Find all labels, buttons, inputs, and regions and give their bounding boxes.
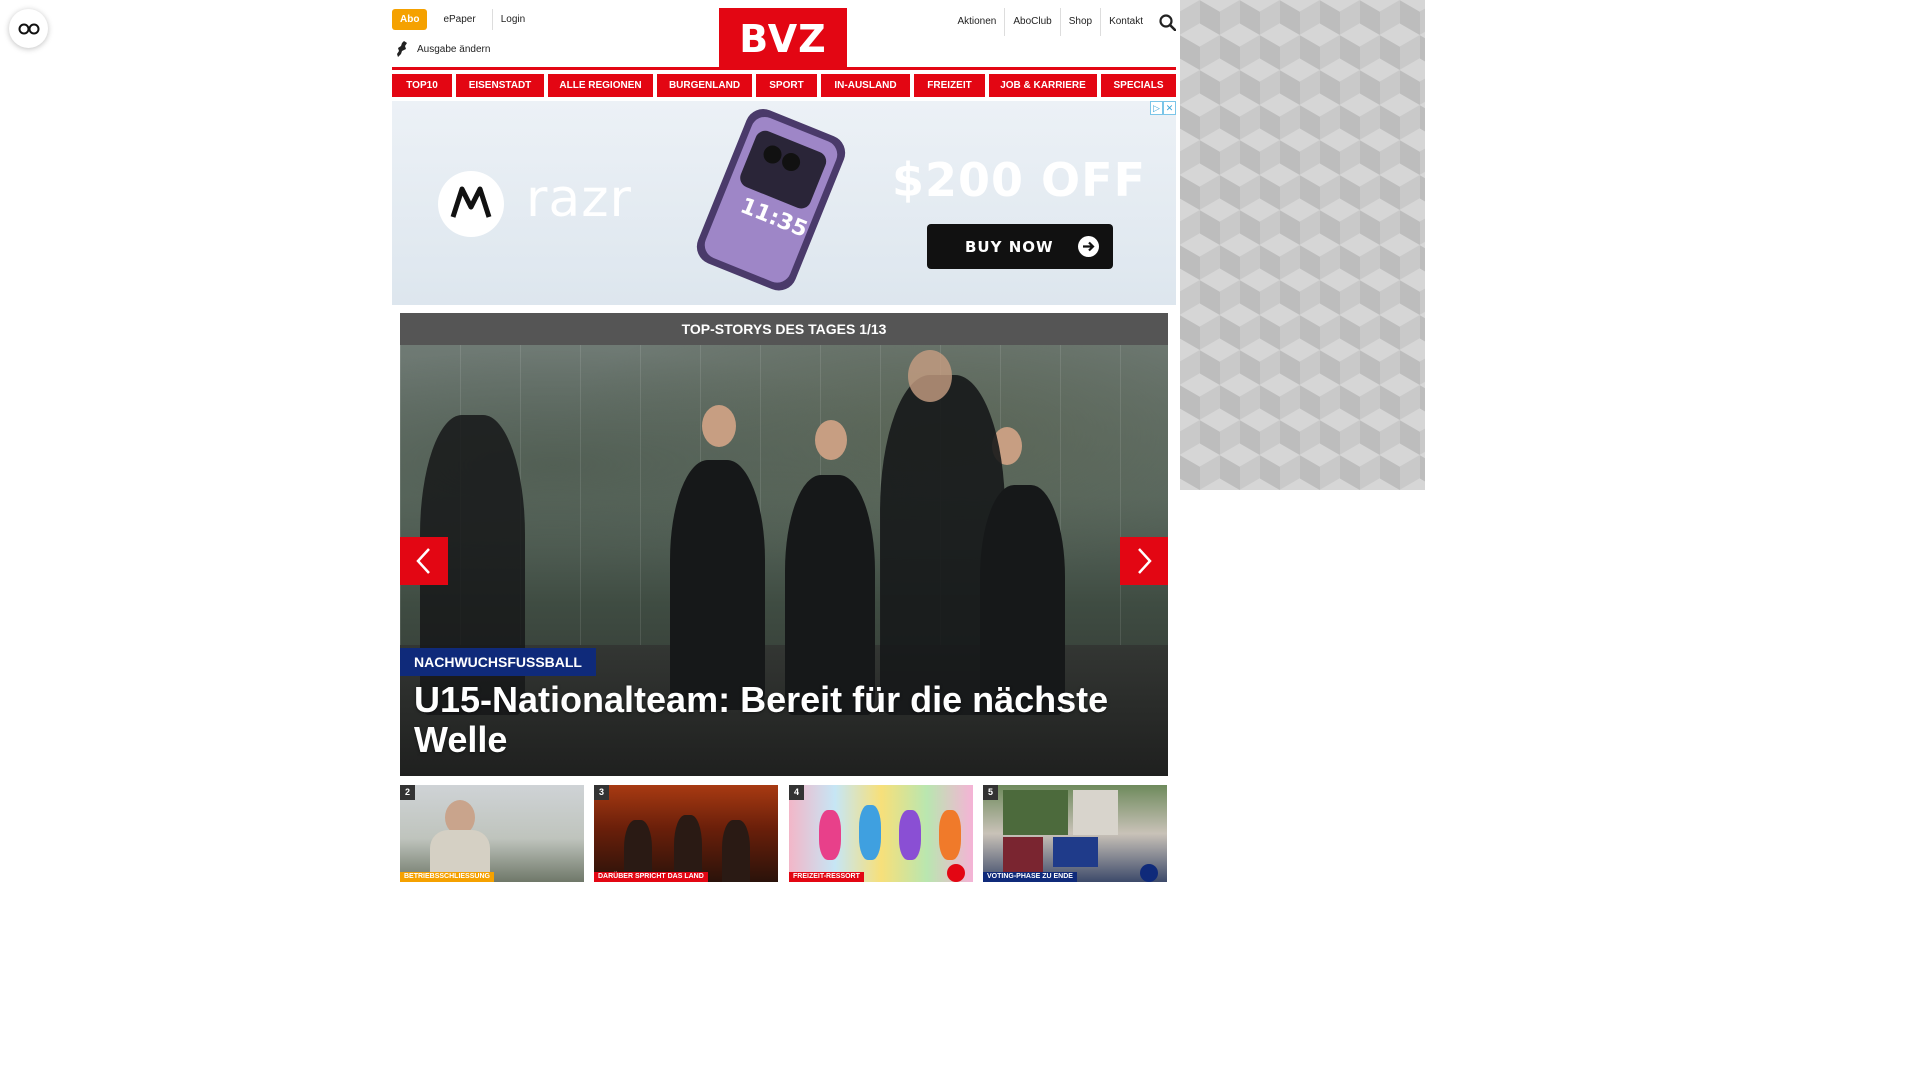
analyst-head xyxy=(815,420,847,460)
thumb-number: 4 xyxy=(789,785,804,800)
coach-head xyxy=(702,405,736,447)
nav-item-alle-regionen[interactable]: ALLE REGIONEN xyxy=(548,74,653,97)
nav-item-freizeit[interactable]: FREIZEIT xyxy=(914,74,985,97)
main-nav: TOP10 EISENSTADT ALLE REGIONEN BURGENLAN… xyxy=(392,74,1176,97)
buy-now-button[interactable]: BUY NOW xyxy=(927,224,1113,269)
top-stories-heading: TOP-STORYS DES TAGES 1/13 xyxy=(400,313,1168,345)
nav-item-job-karriere[interactable]: JOB & KARRIERE xyxy=(989,74,1097,97)
razr-brand: razr xyxy=(526,169,632,229)
thumb-story-2[interactable]: 2 BETRIEBSSCHLIESSUNG xyxy=(400,785,584,882)
slider-next-button[interactable] xyxy=(1120,537,1168,585)
story-thumbnails: 2 BETRIEBSSCHLIESSUNG 3 DARÜBER SPRICHT … xyxy=(400,785,1168,882)
aktionen-link[interactable]: Aktionen xyxy=(949,8,1004,36)
nav-item-specials[interactable]: SPECIALS xyxy=(1101,74,1176,97)
foldable-phone-image: 11:35 xyxy=(696,109,846,291)
kontakt-link[interactable]: Kontakt xyxy=(1100,8,1151,36)
nav-item-burgenland[interactable]: BURGENLAND xyxy=(657,74,752,97)
ad-choices[interactable]: ▷ ✕ xyxy=(1150,101,1176,115)
reader-mode-button[interactable] xyxy=(9,9,48,48)
team-photo xyxy=(1003,790,1068,835)
motorola-m-icon xyxy=(450,186,492,218)
coach-figure xyxy=(670,460,765,710)
glasses-icon xyxy=(18,23,39,34)
advertisement-banner[interactable]: ▷ ✕ razr 11:35 $200 OFF BUY NOW xyxy=(392,101,1176,305)
epaper-link[interactable]: ePaper xyxy=(435,9,483,30)
hero-title[interactable]: U15-Nationalteam: Bereit für die nächste… xyxy=(414,680,1154,760)
aboclub-link[interactable]: AboClub xyxy=(1004,8,1059,36)
cyclist-silhouette xyxy=(899,810,921,860)
change-edition-link[interactable]: Ausgabe ändern xyxy=(396,41,490,57)
burgenland-map-icon xyxy=(397,41,407,57)
hero-story[interactable]: NACHWUCHSFUSSBALL U15-Nationalteam: Bere… xyxy=(400,345,1168,776)
buy-now-label: BUY NOW xyxy=(965,237,1054,256)
nav-item-sport[interactable]: SPORT xyxy=(756,74,817,97)
header-divider xyxy=(392,67,1176,70)
thumb-story-5[interactable]: 5 VOTING-PHASE ZU ENDE xyxy=(983,785,1167,882)
gallery-badge-icon xyxy=(1140,864,1158,882)
utility-nav-right: Aktionen AboClub Shop Kontakt xyxy=(949,8,1176,36)
thumb-number: 3 xyxy=(594,785,609,800)
search-button[interactable] xyxy=(1159,8,1176,36)
club-crest xyxy=(1053,837,1098,867)
thumb-number: 5 xyxy=(983,785,998,800)
athlete-silhouette xyxy=(859,805,881,860)
ad-close-icon[interactable]: ✕ xyxy=(1163,101,1176,115)
ad-info-icon[interactable]: ▷ xyxy=(1150,101,1163,115)
bvz-logo[interactable]: BVZ xyxy=(719,8,847,68)
shop-link[interactable]: Shop xyxy=(1059,8,1100,36)
ad-offer: $200 OFF xyxy=(892,153,1146,207)
thumb-story-4[interactable]: 4 FREIZEIT-RESSORT xyxy=(789,785,973,882)
abo-button[interactable]: Abo xyxy=(392,9,428,30)
cube-pattern-background xyxy=(1180,0,1425,490)
thumb-tag: FREIZEIT-RESSORT xyxy=(789,872,864,882)
thumb-tag: DARÜBER SPRICHT DAS LAND xyxy=(594,872,708,882)
runner-silhouette xyxy=(819,810,841,860)
utility-nav-left: Abo ePaper Login xyxy=(392,9,533,30)
chevron-left-icon xyxy=(416,548,430,574)
slider-prev-button[interactable] xyxy=(400,537,448,585)
site-header: Abo ePaper Login Ausgabe ändern BVZ Akti… xyxy=(392,0,1176,70)
blurred-player-head xyxy=(908,350,952,402)
change-edition-label: Ausgabe ändern xyxy=(417,43,491,55)
login-link[interactable]: Login xyxy=(491,9,533,30)
motorola-logo xyxy=(438,171,504,237)
player-portrait xyxy=(1073,790,1118,835)
thumb-story-3[interactable]: 3 DARÜBER SPRICHT DAS LAND xyxy=(594,785,778,882)
thumb-tag: VOTING-PHASE ZU ENDE xyxy=(983,872,1077,882)
chevron-right-icon xyxy=(1138,548,1152,574)
thumb-tag: BETRIEBSSCHLIESSUNG xyxy=(400,872,494,882)
dancer-silhouette xyxy=(939,810,961,860)
blurred-player-center xyxy=(880,375,1005,715)
gallery-badge-icon xyxy=(947,864,965,882)
thumb-number: 2 xyxy=(400,785,415,800)
top-stories-slider: TOP-STORYS DES TAGES 1/13 NACHWUCHSFUSSB… xyxy=(400,313,1168,776)
arrow-right-icon xyxy=(1078,236,1099,257)
nav-item-in-ausland[interactable]: IN-AUSLAND xyxy=(821,74,910,97)
search-icon xyxy=(1159,13,1176,31)
nav-item-top10[interactable]: TOP10 xyxy=(392,74,452,97)
nav-item-eisenstadt[interactable]: EISENSTADT xyxy=(456,74,544,97)
dancer-3 xyxy=(722,820,750,882)
hero-kicker[interactable]: NACHWUCHSFUSSBALL xyxy=(400,648,596,676)
